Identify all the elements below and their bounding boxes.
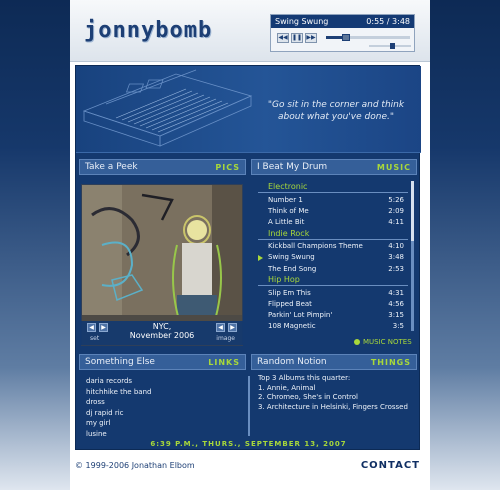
- random-line: 1. Annie, Animal: [258, 383, 316, 392]
- main-panel: "Go sit in the corner and think about wh…: [75, 65, 421, 450]
- image-label: image: [216, 335, 235, 342]
- song-time: 4:31: [388, 288, 404, 297]
- song-time: 3:48: [388, 253, 404, 262]
- song-time: 3:5: [392, 322, 404, 331]
- image-next-icon[interactable]: ▶: [228, 323, 237, 332]
- music-list: Electronic Number 1 5:26 Think of Me 2:09 …: [258, 181, 408, 331]
- set-prev-icon[interactable]: ◀: [87, 323, 96, 332]
- links-title: Something Else: [85, 357, 155, 367]
- seek-handle[interactable]: [342, 34, 351, 41]
- things-link[interactable]: THINGS: [371, 358, 411, 367]
- image-nav: ◀ ▶: [216, 323, 237, 332]
- song-row[interactable]: Slip Em This 4:31: [258, 287, 408, 298]
- song-time: 4:10: [388, 242, 404, 251]
- music-notes-icon: [354, 339, 360, 345]
- music-scrollbar[interactable]: [411, 181, 414, 331]
- song-row[interactable]: 108 Magnetic 3:5: [258, 321, 408, 331]
- random-header: Random Notion THINGS: [251, 354, 417, 370]
- song-title: The End Song: [268, 264, 317, 273]
- set-next-icon[interactable]: ▶: [99, 323, 108, 332]
- genre-heading: Indie Rock: [258, 228, 408, 240]
- song-title: Kickball Champions Theme: [268, 242, 363, 251]
- song-row-playing[interactable]: Swing Swung 3:48: [258, 252, 408, 263]
- link-item[interactable]: daria records: [86, 376, 236, 387]
- music-link[interactable]: MUSIC: [377, 163, 411, 172]
- song-row[interactable]: The End Song 2:53: [258, 263, 408, 274]
- image-prev-icon[interactable]: ◀: [216, 323, 225, 332]
- music-notes-label: MUSIC NOTES: [363, 338, 412, 346]
- music-notes-link[interactable]: MUSIC NOTES: [354, 338, 412, 346]
- song-time: 4:56: [388, 299, 404, 308]
- link-item[interactable]: hitchhike the band: [86, 387, 236, 398]
- links-list: daria records hitchhike the band dross d…: [86, 376, 236, 436]
- music-header: I Beat My Drum MUSIC: [251, 159, 417, 175]
- song-title: Parkin' Lot Pimpin': [268, 311, 333, 320]
- links-link[interactable]: LINKS: [208, 358, 240, 367]
- song-time: 5:26: [388, 195, 404, 204]
- song-title: Swing Swung: [268, 253, 315, 262]
- genre-heading: Electronic: [258, 181, 408, 193]
- player-controls: ◀◀ ❚❚ ▶▶: [277, 33, 317, 43]
- set-label: set: [90, 335, 100, 342]
- song-title: 108 Magnetic: [268, 322, 316, 331]
- photo-caption: ◀ ▶ NYC, November 2006 ◀ ▶ set image: [81, 321, 243, 345]
- pause-icon[interactable]: ❚❚: [291, 33, 303, 43]
- seek-bar[interactable]: [326, 34, 410, 41]
- links-header: Something Else LINKS: [79, 354, 246, 370]
- fast-forward-icon[interactable]: ▶▶: [305, 33, 317, 43]
- link-item[interactable]: my girl: [86, 418, 236, 429]
- contact-link[interactable]: CONTACT: [361, 460, 420, 471]
- song-time: 2:09: [388, 206, 404, 215]
- song-title: Slip Em This: [268, 288, 311, 297]
- site-header: jonnybomb Swing Swung 0:55 / 3:48 ◀◀ ❚❚ …: [70, 0, 430, 62]
- volume-handle[interactable]: [390, 43, 396, 49]
- random-line: Top 3 Albums this quarter:: [258, 374, 351, 382]
- music-scroll-thumb[interactable]: [411, 181, 414, 241]
- volume-slider[interactable]: [369, 43, 411, 49]
- keyboard-illustration: [82, 69, 253, 147]
- music-title: I Beat My Drum: [257, 162, 328, 172]
- banner-quote: "Go sit in the corner and think about wh…: [267, 100, 405, 122]
- link-item[interactable]: dj rapid ric: [86, 408, 236, 419]
- song-row[interactable]: A Little Bit 4:11: [258, 216, 408, 227]
- timestamp: 6:39 P.M., THURS., SEPTEMBER 13, 2007: [150, 440, 347, 448]
- genre-heading: Hip Hop: [258, 274, 408, 287]
- song-row[interactable]: Number 1 5:26: [258, 194, 408, 205]
- site-footer: © 1999-2006 Jonathan Elbom CONTACT: [75, 455, 420, 475]
- song-title: Number 1: [268, 195, 303, 204]
- audio-player: Swing Swung 0:55 / 3:48 ◀◀ ❚❚ ▶▶: [270, 14, 415, 52]
- site-logo[interactable]: jonnybomb: [84, 18, 212, 43]
- link-item[interactable]: lusine: [86, 429, 236, 437]
- set-nav: ◀ ▶: [87, 323, 108, 332]
- song-time: 2:53: [388, 264, 404, 273]
- song-title: Flipped Beat: [268, 299, 312, 308]
- player-status-bar: Swing Swung 0:55 / 3:48: [271, 15, 414, 28]
- rewind-icon[interactable]: ◀◀: [277, 33, 289, 43]
- song-time: 4:11: [388, 217, 404, 226]
- song-row[interactable]: Think of Me 2:09: [258, 205, 408, 216]
- track-time: 0:55 / 3:48: [366, 17, 410, 26]
- song-title: A Little Bit: [268, 217, 305, 226]
- links-scrollbar[interactable]: [248, 376, 250, 436]
- peek-title: Take a Peek: [85, 162, 138, 172]
- song-row[interactable]: Parkin' Lot Pimpin' 3:15: [258, 310, 408, 321]
- peek-header: Take a Peek PICS: [79, 159, 246, 175]
- song-time: 3:15: [388, 311, 404, 320]
- song-title: Think of Me: [268, 206, 309, 215]
- random-notion-text: Top 3 Albums this quarter: 1. Annie, Ani…: [258, 374, 413, 412]
- banner: "Go sit in the corner and think about wh…: [76, 66, 421, 153]
- random-line: 3. Architecture in Helsinki, Fingers Cro…: [258, 402, 408, 411]
- link-item[interactable]: dross: [86, 397, 236, 408]
- now-playing-title: Swing Swung: [275, 17, 329, 26]
- copyright: © 1999-2006 Jonathan Elbom: [75, 460, 195, 470]
- random-title: Random Notion: [257, 357, 327, 367]
- song-row[interactable]: Kickball Champions Theme 4:10: [258, 241, 408, 252]
- pics-link[interactable]: PICS: [215, 163, 240, 172]
- song-row[interactable]: Flipped Beat 4:56: [258, 298, 408, 309]
- random-line: 2. Chromeo, She's in Control: [258, 393, 358, 401]
